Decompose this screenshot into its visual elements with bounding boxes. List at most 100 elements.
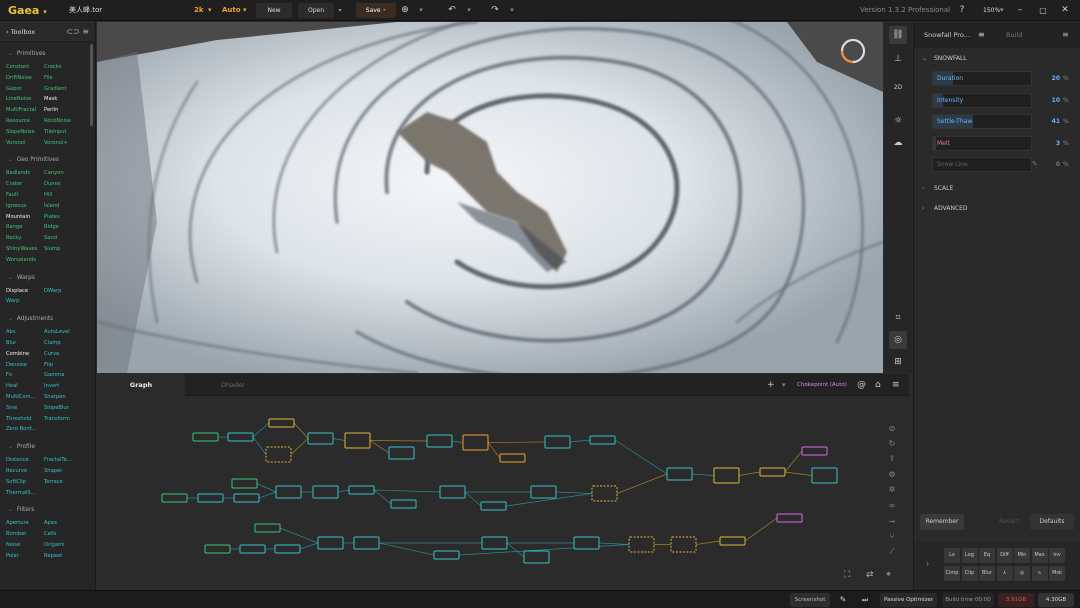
graph-edge[interactable] [451, 440, 464, 443]
settings-icon[interactable]: ✲ [886, 485, 898, 494]
chevron-down-icon[interactable]: ▾ [462, 0, 476, 21]
close-icon[interactable]: ✕ [1058, 0, 1072, 21]
graph-edge[interactable] [373, 489, 441, 493]
graph-edge[interactable] [369, 440, 390, 454]
graph-edge[interactable] [299, 542, 319, 550]
toolbox-item[interactable]: Curve [44, 349, 92, 360]
graph-node[interactable] [192, 432, 219, 442]
toolbox-item[interactable]: Mountain [6, 212, 44, 223]
toolbox-item[interactable]: Gabor [6, 84, 44, 95]
quick-op-button[interactable]: Msk [1049, 566, 1065, 581]
wand-icon[interactable]: ⁄ [886, 547, 898, 556]
graph-edge[interactable] [506, 542, 525, 558]
toolbox-item[interactable]: Blur [6, 338, 44, 349]
graph-node[interactable] [426, 434, 453, 448]
graph-node[interactable] [544, 435, 571, 449]
toolbox-item[interactable]: Apex [44, 518, 92, 529]
graph-node[interactable] [344, 432, 371, 449]
graph-edge[interactable] [332, 438, 346, 441]
chevron-down-icon[interactable]: ▾ [208, 0, 212, 21]
graph-node[interactable] [312, 485, 339, 499]
graph-node[interactable] [390, 499, 417, 509]
chokepoint-select[interactable]: Chokepoint (Auto) [797, 374, 847, 396]
branch-icon[interactable]: ⑂ [886, 532, 898, 541]
revert-button[interactable]: Revert [992, 514, 1026, 530]
toolbox-item[interactable]: FractalTe... [44, 455, 92, 466]
compass-icon[interactable]: ◎ [889, 331, 907, 349]
property-slider[interactable]: Snow Line [932, 157, 1032, 172]
chevron-right-icon[interactable]: › [926, 559, 929, 568]
quick-op-button[interactable]: Clmp [944, 566, 960, 581]
toolbox-item[interactable]: Voronoi+ [44, 138, 92, 149]
toolbox-item[interactable]: Repeat [44, 551, 92, 562]
toolbox-item[interactable]: Canyon [44, 168, 92, 179]
graph-node[interactable] [268, 418, 295, 428]
graph-node[interactable] [666, 467, 693, 481]
toolbox-item[interactable]: File [44, 73, 92, 84]
sun-icon[interactable]: ☼ [889, 112, 907, 130]
graph-node[interactable] [317, 536, 344, 550]
toolbox-item[interactable]: Terrace [44, 477, 92, 488]
graph-edge[interactable] [369, 440, 428, 442]
cloud-icon[interactable]: ☁ [889, 134, 907, 152]
graph-node[interactable] [274, 544, 301, 554]
gear-icon[interactable]: ⚙ [886, 470, 898, 479]
toolbox-item[interactable]: Ridge [44, 222, 92, 233]
tab-build[interactable]: Build [1006, 22, 1022, 48]
graph-node[interactable] [348, 485, 375, 495]
export-icon[interactable]: ⇪ [886, 454, 898, 463]
graph-node[interactable] [801, 446, 828, 456]
property-slider[interactable]: Melt [932, 135, 1032, 151]
toolbox-section-title[interactable]: ⌄ Warps [0, 272, 95, 284]
grid-view-icon[interactable]: ⊞ [889, 353, 907, 371]
toolbox-item[interactable]: Bomber [6, 529, 44, 540]
graph-edge[interactable] [784, 450, 803, 473]
chevron-down-icon[interactable]: ▾ [243, 0, 247, 21]
toolbox-item[interactable]: Distance [6, 455, 44, 466]
toolbox-section-title[interactable]: ⌄ Profile [0, 441, 95, 453]
toolbox-item[interactable]: Constant [6, 62, 44, 73]
toolbox-item[interactable]: Heal [6, 381, 44, 392]
toolbox-item[interactable]: Crater [6, 179, 44, 190]
toolbox-item[interactable]: Slump [44, 244, 92, 255]
graph-node[interactable] [433, 550, 460, 560]
graph-node[interactable] [628, 536, 655, 553]
toolbox-item[interactable]: Voronoi [6, 138, 44, 149]
toolbox-item[interactable]: Perlin [44, 105, 92, 116]
toolbox-item[interactable]: ShinyWaves [6, 244, 44, 255]
graph-node[interactable] [480, 501, 507, 511]
graph-node[interactable] [462, 434, 489, 451]
minimize-icon[interactable]: – [1013, 0, 1027, 21]
play-skip-icon[interactable]: ⏭ [858, 593, 872, 607]
toolbox-item[interactable]: Warp [6, 296, 44, 307]
toolbox-item[interactable]: Invert [44, 381, 92, 392]
remember-button[interactable]: Remember [920, 514, 964, 530]
add-node-icon[interactable]: + [767, 374, 775, 396]
graph-node[interactable] [197, 493, 224, 503]
toolbox-item[interactable]: Badlands [6, 168, 44, 179]
toolbox-item[interactable]: DWarp [44, 286, 92, 297]
chevron-down-icon[interactable]: ▾ [334, 0, 346, 21]
toolbox-item[interactable]: Mask [44, 94, 92, 105]
graph-node[interactable] [275, 485, 302, 499]
graph-node[interactable] [670, 536, 697, 553]
defaults-button[interactable]: Defaults [1030, 514, 1074, 530]
tab-snowfall-properties[interactable]: Snowfall Pro... [924, 22, 970, 48]
property-slider[interactable]: Intensity [932, 92, 1032, 108]
toolbox-item[interactable]: Gamma [44, 370, 92, 381]
toolbox-item[interactable]: Resource [6, 116, 44, 127]
chevron-down-icon[interactable]: ▾ [414, 0, 428, 21]
at-icon[interactable]: @ [857, 374, 866, 396]
toolbox-item[interactable]: Fault [6, 190, 44, 201]
graph-edge[interactable] [695, 540, 721, 545]
graph-node[interactable] [233, 493, 260, 503]
toolbox-item[interactable]: Flip [44, 360, 92, 371]
section-advanced[interactable]: › ADVANCED [914, 200, 1080, 218]
graph-node[interactable] [481, 536, 508, 550]
toolbox-item[interactable]: DriftNoise [6, 73, 44, 84]
zoom-level[interactable]: 150% [983, 0, 1000, 21]
graph-edge[interactable] [784, 471, 813, 476]
chevron-left-icon[interactable]: ‹ [6, 28, 9, 36]
resolution-select[interactable]: 2k [194, 0, 204, 21]
graph-edge[interactable] [464, 491, 482, 507]
